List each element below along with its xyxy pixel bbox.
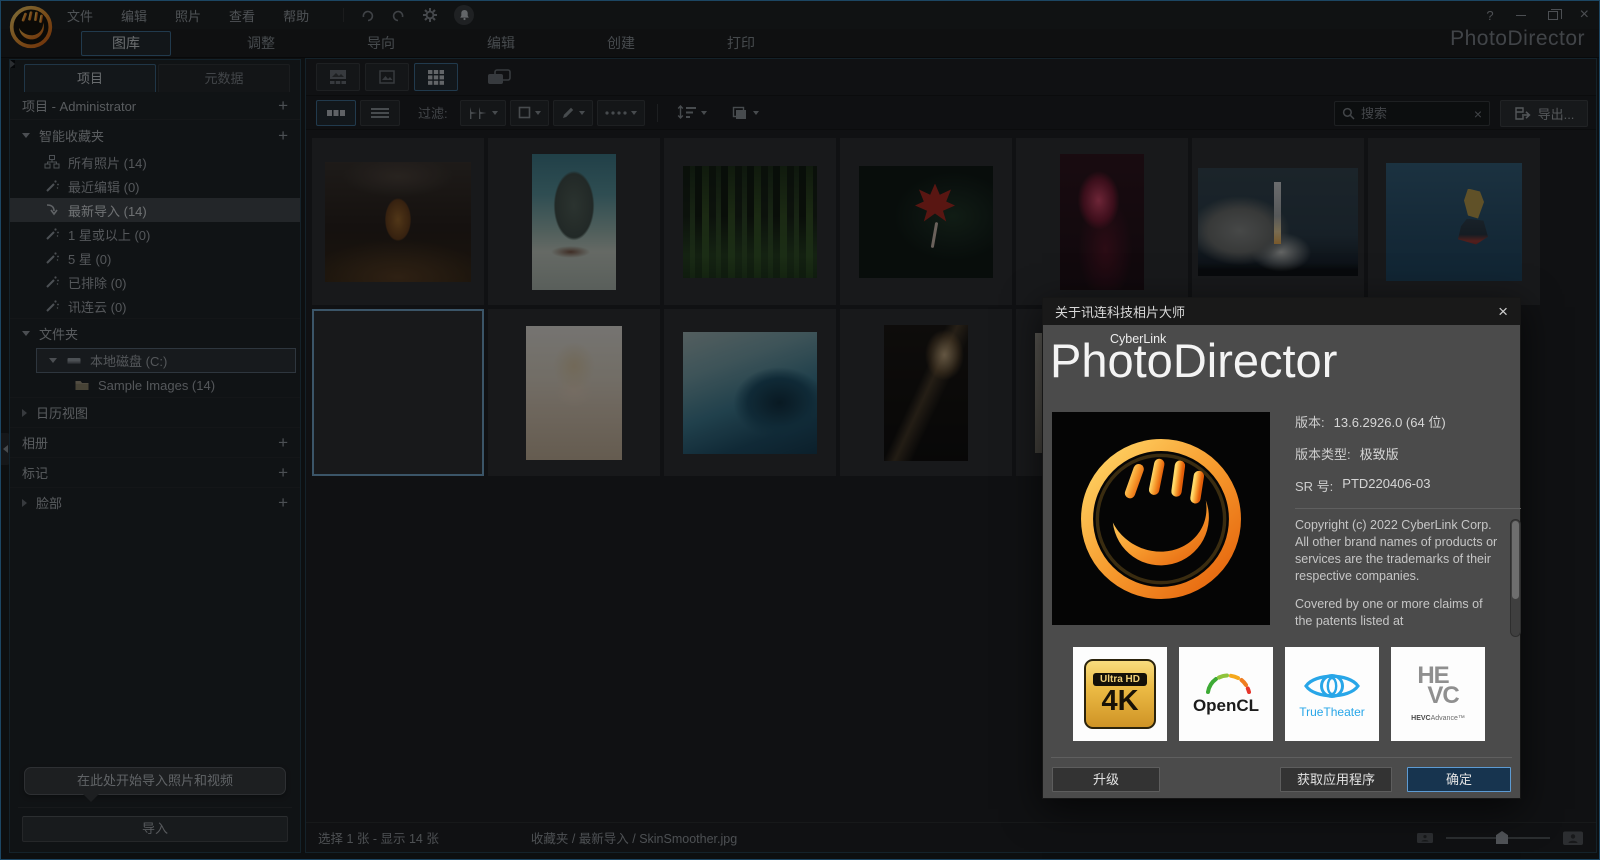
opencl-label: OpenCL bbox=[1193, 696, 1259, 716]
dialog-close-icon[interactable]: × bbox=[1498, 303, 1508, 320]
copyright-scroll-area[interactable]: Copyright (c) 2022 CyberLink Corp. All o… bbox=[1295, 517, 1521, 639]
opencl-badge: OpenCL bbox=[1179, 647, 1273, 741]
hevc-advance-label: HEVCAdvance™ bbox=[1411, 715, 1465, 722]
version-value: 13.6.2926.0 (64 位) bbox=[1334, 412, 1446, 431]
hevc-badge: HE VC HEVCAdvance™ bbox=[1391, 647, 1485, 741]
get-apps-button[interactable]: 获取应用程序 bbox=[1280, 767, 1392, 792]
sr-number-row: SR 号: PTD220406-03 bbox=[1295, 476, 1521, 495]
dialog-brand-block: PhotoDirector CyberLink bbox=[1043, 325, 1520, 401]
about-dialog: 关于讯连科技相片大师 × PhotoDirector CyberLink bbox=[1042, 297, 1521, 799]
truetheater-label: TrueTheater bbox=[1299, 705, 1365, 719]
version-type-row: 版本类型: 极致版 bbox=[1295, 444, 1521, 463]
ultra-hd-4k-badge: Ultra HD 4K bbox=[1073, 647, 1167, 741]
patents-text: Covered by one or more claims of the pat… bbox=[1295, 596, 1499, 630]
ultra-hd-label: Ultra HD bbox=[1093, 673, 1147, 686]
version-row: 版本: 13.6.2926.0 (64 位) bbox=[1295, 412, 1521, 431]
scrollbar-thumb[interactable] bbox=[1512, 521, 1519, 599]
copyright-text: Copyright (c) 2022 CyberLink Corp. All o… bbox=[1295, 517, 1499, 585]
truetheater-badge: TrueTheater bbox=[1285, 647, 1379, 741]
hevc-letters: HE VC bbox=[1417, 666, 1458, 705]
fourk-label: 4K bbox=[1101, 687, 1138, 716]
dialog-buttons: 升级 获取应用程序 确定 bbox=[1052, 767, 1511, 793]
sr-value: PTD220406-03 bbox=[1342, 476, 1430, 495]
ok-button[interactable]: 确定 bbox=[1407, 767, 1511, 792]
sr-label: SR 号: bbox=[1295, 476, 1333, 495]
brand-photodirector: PhotoDirector bbox=[1050, 333, 1337, 388]
dialog-info-column: 版本: 13.6.2926.0 (64 位) 版本类型: 极致版 SR 号: P… bbox=[1295, 412, 1521, 639]
photodirector-window: 文件 编辑 照片 查看 帮助 ? bbox=[0, 0, 1600, 860]
dialog-title: 关于讯连科技相片大师 bbox=[1055, 302, 1185, 321]
version-label: 版本: bbox=[1295, 412, 1325, 431]
divider bbox=[1295, 508, 1521, 509]
scrollbar[interactable] bbox=[1510, 519, 1521, 637]
technology-badges: Ultra HD 4K OpenCL bbox=[1073, 647, 1485, 741]
dialog-title-bar: 关于讯连科技相片大师 × bbox=[1043, 298, 1520, 325]
version-type-label: 版本类型: bbox=[1295, 444, 1351, 463]
version-type-value: 极致版 bbox=[1360, 444, 1399, 463]
cyberlink-logo bbox=[1052, 412, 1270, 625]
upgrade-button[interactable]: 升级 bbox=[1052, 767, 1160, 792]
brand-cyberlink: CyberLink bbox=[1110, 332, 1166, 346]
divider bbox=[1051, 757, 1512, 758]
